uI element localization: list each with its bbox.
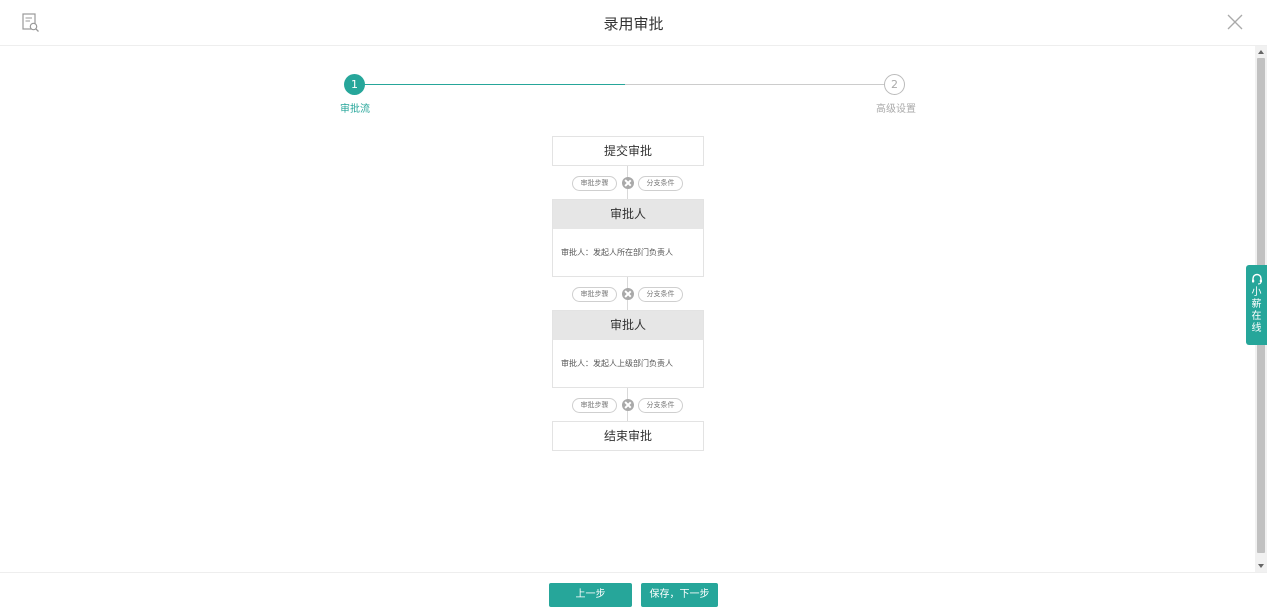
step-line-completed <box>364 84 625 85</box>
remove-icon[interactable] <box>622 399 634 411</box>
step-2-indicator[interactable]: 2 <box>884 74 905 95</box>
approver-node-title: 审批人 <box>553 311 703 340</box>
support-widget-label: 小薪在线 <box>1251 287 1262 334</box>
add-branch-button[interactable]: 分支条件 <box>638 287 683 302</box>
add-branch-button[interactable]: 分支条件 <box>638 176 683 191</box>
approver-node-detail: 审批人：发起人上级部门负责人 <box>561 359 673 368</box>
step-1-label: 审批流 <box>340 104 370 115</box>
previous-step-button[interactable]: 上一步 <box>549 583 632 607</box>
end-node[interactable]: 结束审批 <box>552 421 704 451</box>
add-step-button[interactable]: 审批步骤 <box>572 287 617 302</box>
save-next-button[interactable]: 保存，下一步 <box>641 583 718 607</box>
start-node[interactable]: 提交审批 <box>552 136 704 166</box>
dialog-header: 录用审批 <box>0 0 1267 46</box>
dialog-footer: 上一步 保存，下一步 <box>0 572 1267 612</box>
add-step-button[interactable]: 审批步骤 <box>572 176 617 191</box>
approver-node[interactable]: 审批人 审批人：发起人所在部门负责人 <box>552 199 704 277</box>
step-1-indicator: 1 <box>344 74 365 95</box>
remove-icon[interactable] <box>622 177 634 189</box>
step-2-label[interactable]: 高级设置 <box>876 100 916 115</box>
online-support-widget[interactable]: 小薪在线 <box>1246 265 1267 345</box>
approver-node-title: 审批人 <box>553 200 703 229</box>
close-icon[interactable] <box>1225 12 1245 32</box>
step-line-pending <box>625 84 884 85</box>
add-step-button[interactable]: 审批步骤 <box>572 398 617 413</box>
scroll-up-icon[interactable] <box>1258 50 1264 54</box>
step-progress: 1 2 审批流 高级设置 <box>340 74 918 115</box>
dialog-title: 录用审批 <box>603 15 664 33</box>
node-connector: 审批步骤 分支条件 <box>572 398 684 413</box>
scroll-down-icon[interactable] <box>1258 564 1264 568</box>
node-connector: 审批步骤 分支条件 <box>572 287 684 302</box>
approver-node-detail: 审批人：发起人所在部门负责人 <box>561 248 673 257</box>
approver-node[interactable]: 审批人 审批人：发起人上级部门负责人 <box>552 310 704 388</box>
node-connector: 审批步骤 分支条件 <box>572 176 684 191</box>
headset-icon <box>1251 273 1262 285</box>
remove-icon[interactable] <box>622 288 634 300</box>
add-branch-button[interactable]: 分支条件 <box>638 398 683 413</box>
